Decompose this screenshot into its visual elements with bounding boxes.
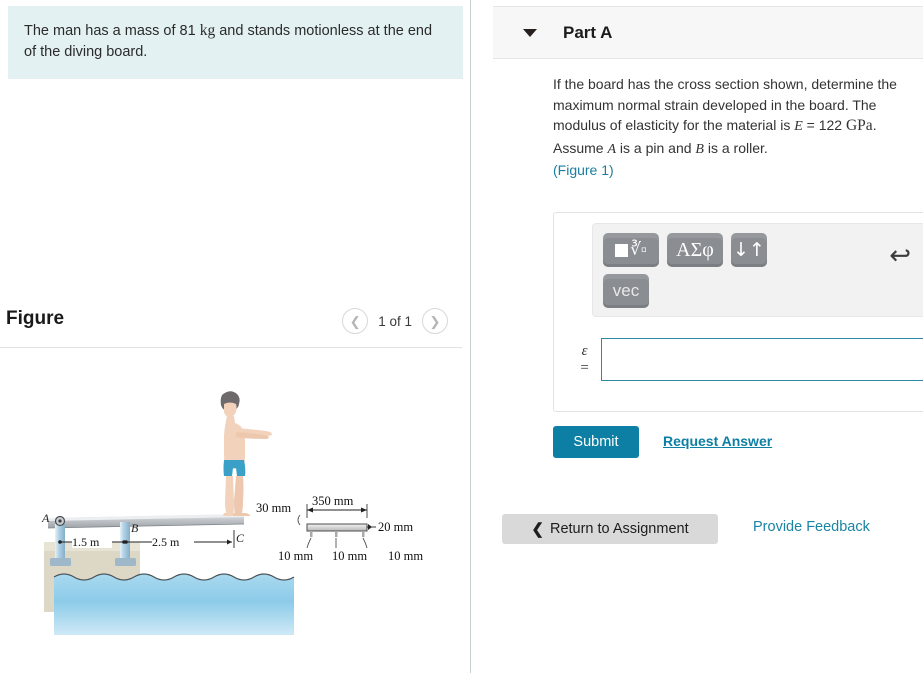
figure-divider: [0, 347, 462, 348]
svg-text:C: C: [236, 531, 245, 545]
problem-statement-box: The man has a mass of 81 kg and stands m…: [8, 6, 463, 79]
math-toolbar: ∛▫ ΑΣφ ↓↑ vec ↩: [592, 223, 923, 317]
chevron-down-icon[interactable]: [523, 28, 537, 37]
request-answer-link[interactable]: Request Answer: [663, 433, 772, 449]
problem-page: The man has a mass of 81 kg and stands m…: [0, 0, 923, 673]
figure-next-button[interactable]: ❯: [422, 308, 448, 334]
answer-panel: ∛▫ ΑΣφ ↓↑ vec ↩ ε =: [553, 212, 923, 412]
support-a-symbol: A: [607, 141, 617, 157]
figure-image[interactable]: A B C 1.5 m 2.5 m 350 mm 30 mm 20 mm 10 …: [0, 352, 470, 662]
part-title: Part A: [563, 22, 613, 42]
chevron-left-icon: ❮: [349, 313, 361, 329]
template-icon: ∛▫: [615, 240, 647, 260]
svg-text:20 mm: 20 mm: [378, 520, 413, 534]
svg-text:1.5 m: 1.5 m: [72, 535, 100, 549]
svg-text:A: A: [41, 511, 50, 525]
epsilon-symbol: ε: [581, 342, 588, 359]
greek-symbols-button[interactable]: ΑΣφ: [667, 233, 723, 267]
answer-row: ε =: [568, 338, 923, 381]
figure-header: Figure ❮ 1 of 1 ❯: [0, 300, 470, 348]
svg-text:350 mm: 350 mm: [312, 494, 354, 508]
answer-symbol-label: ε =: [568, 342, 601, 376]
chevron-right-icon: ❯: [429, 313, 441, 329]
problem-statement-text: The man has a mass of 81 kg and stands m…: [24, 20, 447, 63]
figure-pagination: ❮ 1 of 1 ❯: [342, 308, 448, 334]
right-panel: Part A If the board has the cross sectio…: [471, 0, 923, 673]
figure-1-link[interactable]: (Figure 1): [553, 162, 614, 178]
support-b-symbol: B: [695, 141, 704, 157]
svg-text:30 mm: 30 mm: [256, 501, 291, 515]
modulus-unit: GPa: [845, 117, 873, 134]
left-panel: The man has a mass of 81 kg and stands m…: [0, 0, 470, 673]
figure-title: Figure: [6, 308, 65, 329]
svg-text:2.5 m: 2.5 m: [152, 535, 180, 549]
modulus-value: = 122: [802, 117, 846, 133]
arrows-button[interactable]: ↓↑: [731, 233, 767, 267]
figure-count-label: 1 of 1: [378, 313, 412, 329]
undo-icon[interactable]: ↩: [889, 242, 911, 268]
vector-button[interactable]: vec: [603, 274, 649, 308]
svg-text:10 mm: 10 mm: [332, 549, 367, 563]
svg-text:B: B: [131, 521, 139, 535]
provide-feedback-link[interactable]: Provide Feedback: [753, 519, 870, 535]
problem-text-before: The man has a mass of 81: [24, 23, 200, 39]
equals-symbol: =: [580, 359, 589, 376]
svg-text:10 mm: 10 mm: [388, 549, 423, 563]
question-line4: is a roller.: [703, 139, 768, 156]
question-text: If the board has the cross section shown…: [553, 74, 918, 181]
problem-unit-kg: kg: [199, 22, 216, 39]
part-a-header[interactable]: Part A: [493, 6, 923, 59]
question-line3: is a pin and: [616, 139, 696, 156]
modulus-symbol: E: [794, 119, 803, 134]
submit-button[interactable]: Submit: [553, 426, 639, 458]
answer-input[interactable]: [601, 338, 923, 381]
figure-prev-button[interactable]: ❮: [342, 308, 369, 334]
return-to-assignment-button[interactable]: ❮ Return to Assignment: [502, 514, 718, 544]
svg-text:10 mm: 10 mm: [278, 549, 313, 563]
return-label: Return to Assignment: [549, 521, 689, 537]
math-template-button[interactable]: ∛▫: [603, 233, 659, 267]
chevron-left-icon: ❮: [531, 521, 544, 538]
